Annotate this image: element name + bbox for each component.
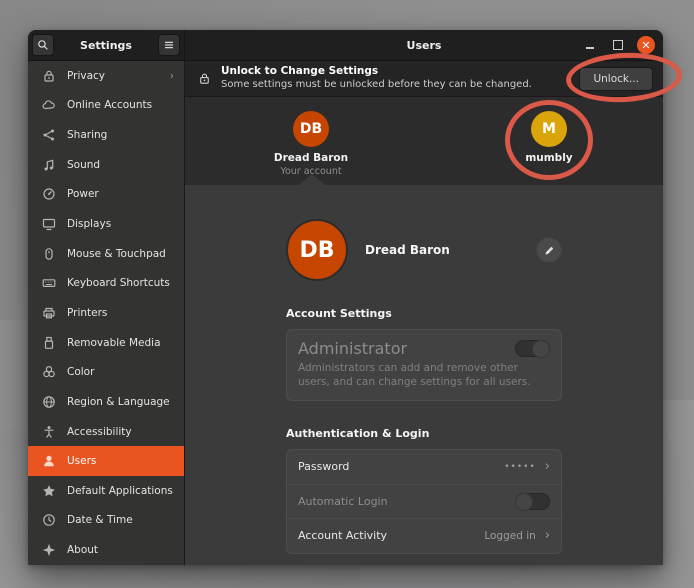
- automatic-login-toggle[interactable]: [515, 493, 550, 510]
- chevron-right-icon: ›: [545, 528, 550, 543]
- main-header: Users ✕: [185, 30, 663, 60]
- profile-avatar: DB: [286, 219, 348, 281]
- keyboard-icon: [41, 275, 57, 291]
- administrator-label: Administrator: [298, 339, 407, 358]
- removable-media-icon: [41, 335, 57, 351]
- panel-body: DB Dread Baron Account Settings Administ…: [185, 185, 663, 565]
- avatar: DB: [293, 111, 329, 147]
- edit-name-button[interactable]: [536, 237, 562, 263]
- sidebar-item-privacy[interactable]: Privacy ›: [28, 61, 184, 91]
- sound-icon: [41, 157, 57, 173]
- cloud-icon: [41, 97, 57, 113]
- sidebar: Privacy › Online Accounts › Sharing › So…: [28, 61, 185, 565]
- carousel-user-mumbly[interactable]: M mumbly: [504, 111, 594, 164]
- selected-user-caret: [299, 174, 325, 185]
- settings-window: Settings Users ✕ Privacy › Onli: [28, 30, 663, 565]
- pencil-icon: [543, 244, 556, 257]
- display-icon: [41, 216, 57, 232]
- carousel-user-name: Dread Baron: [266, 152, 356, 164]
- minimize-button[interactable]: [581, 36, 599, 54]
- sidebar-item-mouse-touchpad[interactable]: Mouse & Touchpad ›: [28, 239, 184, 269]
- mouse-icon: [41, 246, 57, 262]
- app-title: Settings: [54, 39, 158, 52]
- user-carousel: DB Dread Baron Your account M mumbly: [185, 97, 663, 185]
- close-button[interactable]: ✕: [637, 36, 655, 54]
- star-icon: [41, 483, 57, 499]
- automatic-login-row: Automatic Login: [287, 484, 561, 518]
- search-button[interactable]: [32, 34, 54, 56]
- carousel-user-dread-baron[interactable]: DB Dread Baron Your account: [266, 111, 356, 177]
- color-icon: [41, 364, 57, 380]
- clock-icon: [41, 512, 57, 528]
- headerbar: Settings Users ✕: [28, 30, 663, 61]
- users-icon: [41, 453, 57, 469]
- maximize-button[interactable]: [609, 36, 627, 54]
- unlock-button[interactable]: Unlock...: [579, 67, 653, 91]
- carousel-user-name: mumbly: [504, 152, 594, 164]
- sidebar-item-sound[interactable]: Sound ›: [28, 150, 184, 180]
- sidebar-item-date-time[interactable]: Date & Time ›: [28, 506, 184, 536]
- sidebar-item-displays[interactable]: Displays ›: [28, 209, 184, 239]
- password-value: •••••: [504, 462, 536, 472]
- search-icon: [36, 38, 50, 52]
- window-controls: ✕: [581, 36, 655, 54]
- users-panel: Unlock to Change Settings Some settings …: [185, 61, 663, 565]
- sidebar-item-color[interactable]: Color ›: [28, 357, 184, 387]
- auth-login-heading: Authentication & Login: [286, 427, 562, 440]
- account-settings-heading: Account Settings: [286, 307, 562, 320]
- sidebar-header: Settings: [28, 30, 185, 60]
- lock-icon: [197, 71, 212, 86]
- administrator-description: Administrators can add and remove other …: [298, 362, 550, 390]
- sidebar-item-about[interactable]: About ›: [28, 535, 184, 565]
- hamburger-menu-icon: [162, 38, 176, 52]
- account-activity-value: Logged in: [484, 530, 535, 542]
- sidebar-item-sharing[interactable]: Sharing ›: [28, 120, 184, 150]
- sidebar-item-power[interactable]: Power ›: [28, 180, 184, 210]
- sidebar-item-removable-media[interactable]: Removable Media ›: [28, 328, 184, 358]
- administrator-toggle[interactable]: [515, 340, 550, 357]
- account-settings-card: Administrator Administrators can add and…: [286, 329, 562, 401]
- unlock-banner-subtitle: Some settings must be unlocked before th…: [221, 79, 532, 92]
- password-row[interactable]: Password ••••• ›: [287, 450, 561, 484]
- unlock-banner-title: Unlock to Change Settings: [221, 65, 532, 79]
- unlock-banner: Unlock to Change Settings Some settings …: [185, 61, 663, 97]
- power-icon: [41, 186, 57, 202]
- lock-icon: [41, 68, 57, 84]
- avatar: M: [531, 111, 567, 147]
- menu-button[interactable]: [158, 34, 180, 56]
- accessibility-icon: [41, 424, 57, 440]
- account-activity-row[interactable]: Account Activity Logged in ›: [287, 518, 561, 552]
- profile-name: Dread Baron: [365, 243, 450, 257]
- chevron-right-icon: ›: [170, 70, 174, 82]
- about-icon: [41, 542, 57, 558]
- sidebar-item-accessibility[interactable]: Accessibility ›: [28, 417, 184, 447]
- chevron-right-icon: ›: [545, 459, 550, 474]
- printer-icon: [41, 305, 57, 321]
- sidebar-item-users[interactable]: Users ›: [28, 446, 184, 476]
- sidebar-item-region-language[interactable]: Region & Language ›: [28, 387, 184, 417]
- globe-icon: [41, 394, 57, 410]
- profile-row: DB Dread Baron: [286, 219, 562, 281]
- sidebar-item-printers[interactable]: Printers ›: [28, 298, 184, 328]
- sidebar-item-default-applications[interactable]: Default Applications ›: [28, 476, 184, 506]
- auth-login-card: Password ••••• › Automatic Login: [286, 449, 562, 554]
- sidebar-item-online-accounts[interactable]: Online Accounts ›: [28, 91, 184, 121]
- share-icon: [41, 127, 57, 143]
- sidebar-item-keyboard-shortcuts[interactable]: Keyboard Shortcuts ›: [28, 268, 184, 298]
